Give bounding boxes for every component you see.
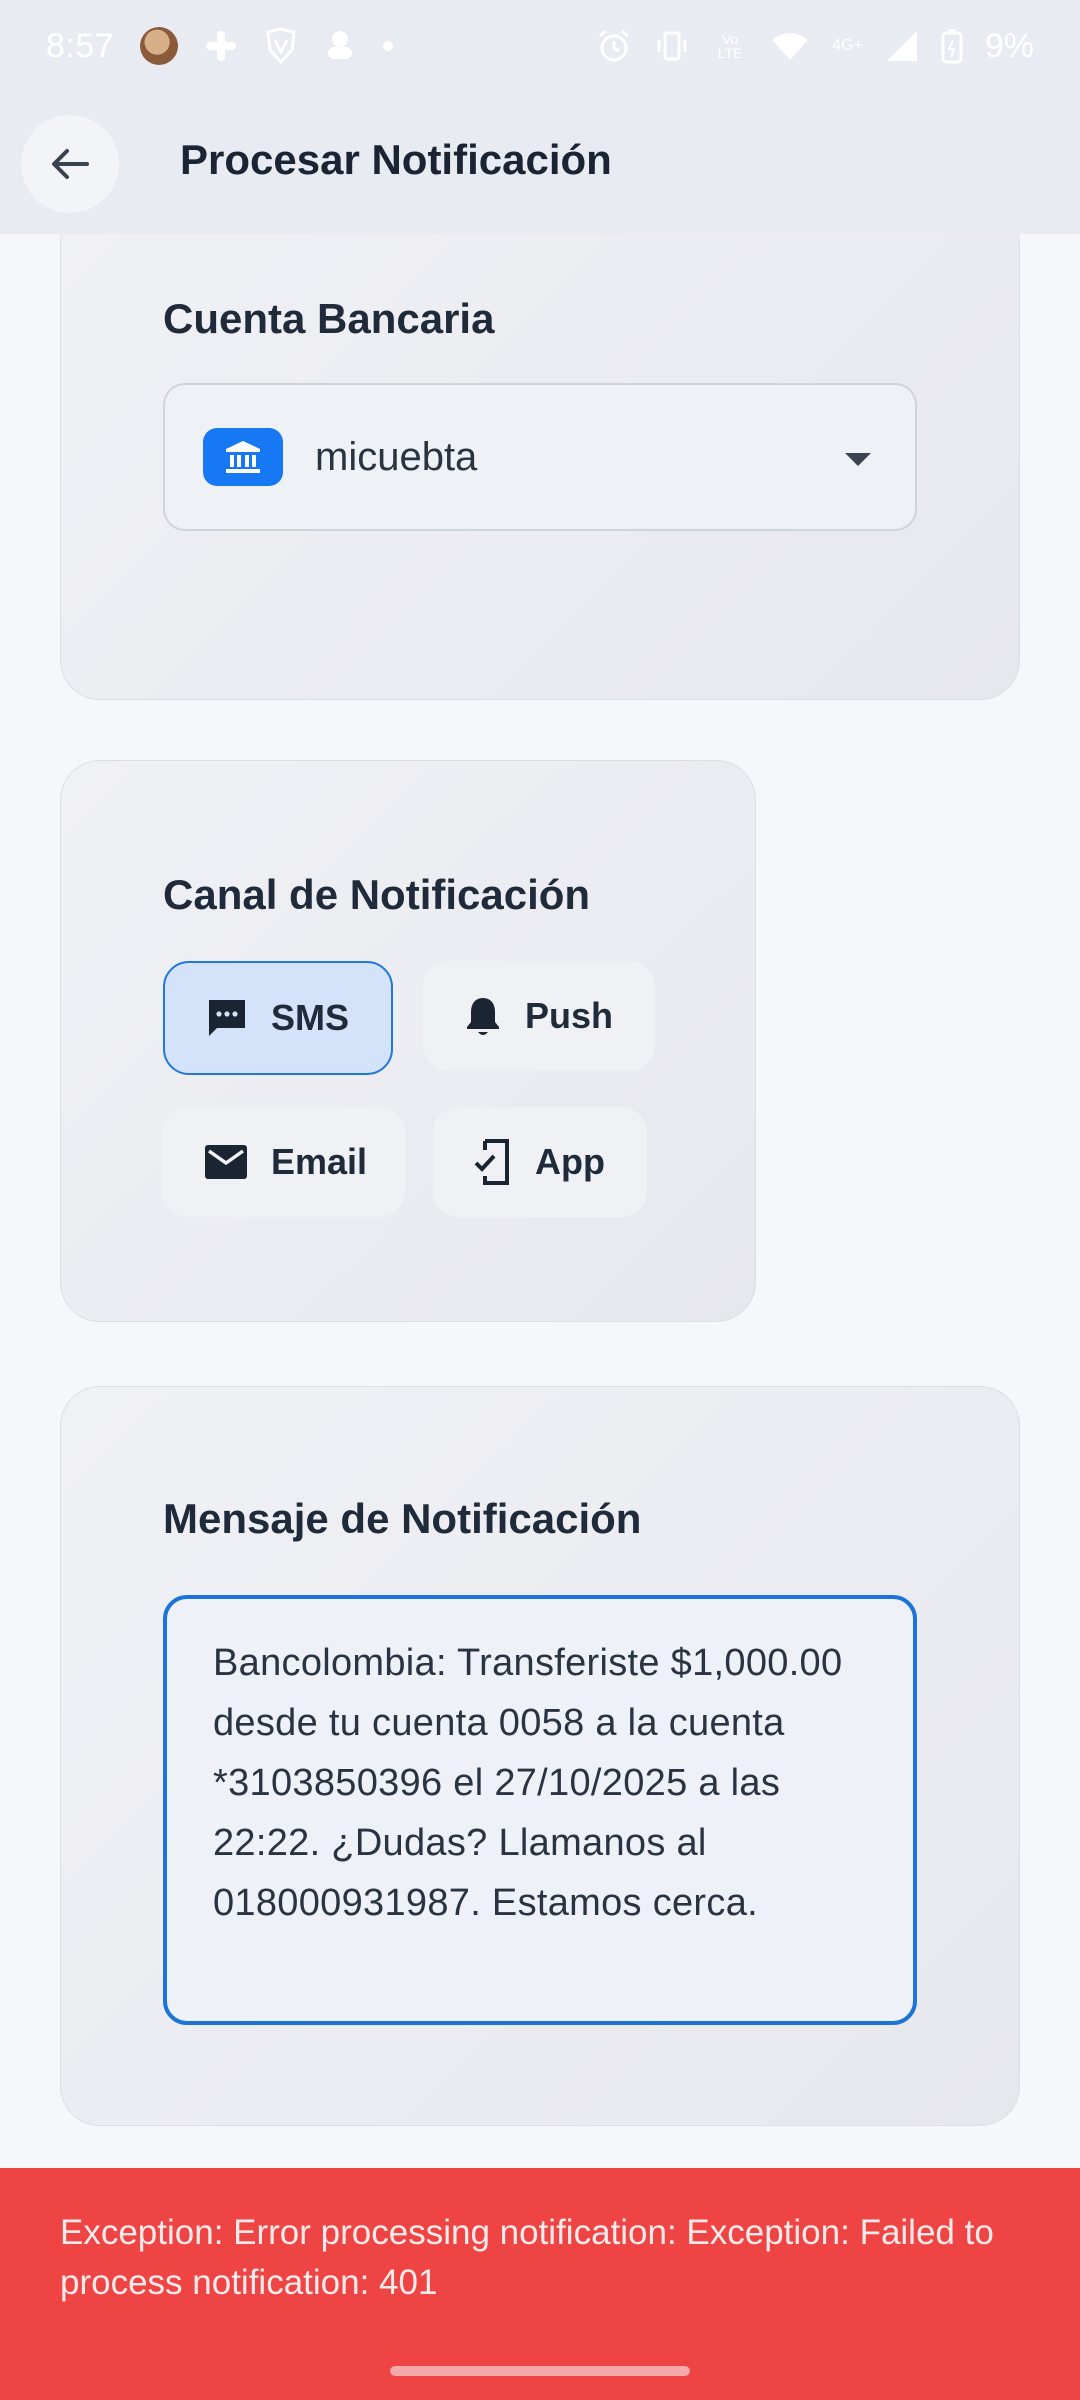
network-label: 4G+ [832,37,863,54]
channel-chip-push[interactable]: Push [423,961,655,1071]
channel-chip-label: SMS [271,997,350,1038]
phone-check-icon [473,1138,513,1186]
slack-icon [206,31,237,61]
pet-icon [328,31,353,59]
channel-chip-app[interactable]: App [433,1107,647,1217]
battery-percent: 9% [984,26,1034,65]
account-card: Cuenta Bancaria micuebta [60,234,1020,700]
email-icon [203,1143,249,1181]
sms-icon [205,996,249,1040]
signal-icon [886,31,917,61]
channel-chip-label: App [535,1141,605,1182]
bell-icon [463,994,503,1038]
message-textarea[interactable]: Bancolombia: Transferiste $1,000.00 desd… [163,1595,917,2025]
battery-icon [941,29,963,64]
back-button[interactable] [21,115,119,213]
status-time: 8:57 [46,26,115,65]
channel-chip-label: Email [271,1141,368,1182]
message-card: Mensaje de Notificación Bancolombia: Tra… [60,1386,1020,2126]
status-left: 8:57 [46,27,394,66]
home-indicator[interactable] [390,2366,690,2376]
dot-icon [383,41,394,51]
channel-chip-label: Push [525,995,614,1036]
arrow-back-icon [52,149,89,179]
alarm-icon [599,29,630,62]
avatar-icon [140,27,179,65]
page-title: Procesar Notificación [180,136,612,183]
channel-card-title: Canal de Notificación [163,871,591,918]
bank-badge [203,428,283,486]
bank-icon [226,441,260,473]
channel-card: Canal de Notificación SMS Push Email App [60,760,756,1322]
content-scroll[interactable]: Cuenta Bancaria micuebta Canal de Notifi… [0,234,1080,2168]
message-card-title: Mensaje de Notificación [163,1495,642,1542]
volte-label: Vo LTE [717,31,743,61]
brave-icon [266,28,296,64]
account-dropdown[interactable]: micuebta [163,383,917,531]
vibrate-icon [657,31,687,61]
status-bar: 8:57 Vo LTE 4G+ 9% [0,0,1080,92]
app-bar: Procesar Notificación [0,92,1080,234]
account-card-title: Cuenta Bancaria [163,295,495,342]
status-right: Vo LTE 4G+ 9% [596,27,1034,66]
chevron-down-icon [845,453,871,466]
error-snackbar-text: Exception: Error processing notification… [60,2213,994,2302]
channel-chip-email[interactable]: Email [163,1107,405,1217]
account-dropdown-value: micuebta [315,434,478,479]
channel-chip-sms[interactable]: SMS [163,961,393,1075]
wifi-icon [772,33,809,60]
